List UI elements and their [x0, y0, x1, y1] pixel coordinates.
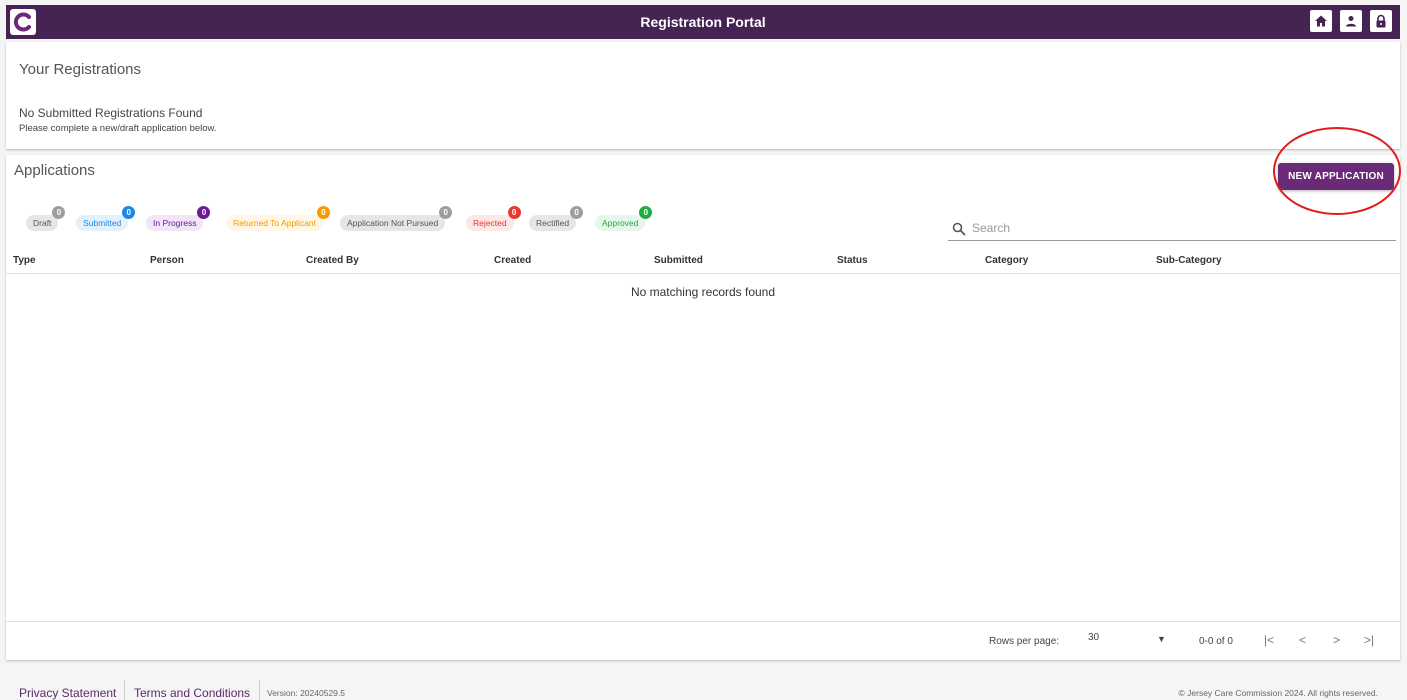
search-icon: [952, 222, 966, 241]
table-header: Type Person Created By Created Submitted…: [6, 250, 1400, 274]
table-pagination: Rows per page: 30 ▼ 0-0 of 0 |< < > >|: [6, 621, 1400, 660]
your-registrations-card: Your Registrations No Submitted Registra…: [6, 42, 1400, 149]
chip-label: Rejected: [473, 218, 507, 228]
chip-count-badge: 0: [639, 206, 653, 219]
column-header-sub-category[interactable]: Sub-Category: [1156, 255, 1222, 266]
applications-title: Applications: [14, 162, 95, 179]
column-header-person[interactable]: Person: [150, 255, 184, 266]
brand-logo[interactable]: [10, 9, 36, 35]
chip-submitted[interactable]: Submitted 0: [76, 206, 136, 231]
app-title: Registration Portal: [640, 14, 766, 30]
last-page-icon[interactable]: >|: [1364, 633, 1374, 647]
table-empty-message: No matching records found: [630, 285, 776, 299]
chip-count-badge: 0: [570, 206, 584, 219]
account-icon[interactable]: [1340, 10, 1362, 32]
registrations-title: Your Registrations: [19, 61, 142, 78]
chip-rectified[interactable]: Rectified 0: [529, 206, 584, 231]
chip-count-badge: 0: [317, 206, 331, 219]
logo-c-icon: [13, 12, 31, 32]
chip-label: Application Not Pursued: [347, 218, 439, 228]
chip-rejected[interactable]: Rejected 0: [466, 206, 521, 231]
chip-label: Draft: [33, 218, 52, 228]
chip-returned-to-applicant[interactable]: Returned To Applicant 0: [226, 206, 331, 231]
dropdown-arrow-icon[interactable]: ▼: [1157, 634, 1166, 644]
chip-draft[interactable]: Draft 0: [26, 206, 66, 231]
home-icon[interactable]: [1310, 10, 1332, 32]
new-application-button[interactable]: NEW APPLICATION: [1278, 163, 1394, 190]
page-footer: Privacy Statement Terms and Conditions V…: [0, 676, 1407, 700]
registrations-empty-hint: Please complete a new/draft application …: [19, 123, 217, 134]
chip-in-progress[interactable]: In Progress 0: [146, 206, 211, 231]
chip-label: In Progress: [153, 218, 197, 228]
lock-icon[interactable]: [1370, 10, 1392, 32]
pagination-range: 0-0 of 0: [1199, 636, 1233, 647]
chip-label: Approved: [602, 218, 639, 228]
footer-divider: [259, 680, 260, 700]
footer-divider: [124, 680, 125, 700]
chip-label: Returned To Applicant: [233, 218, 317, 228]
copyright-text: © Jersey Care Commission 2024. All right…: [1178, 688, 1378, 698]
search-field: [948, 219, 1396, 241]
registrations-empty-message: No Submitted Registrations Found: [19, 106, 203, 120]
column-header-status[interactable]: Status: [837, 255, 868, 266]
column-header-type[interactable]: Type: [13, 255, 36, 266]
chip-label: Submitted: [83, 218, 122, 228]
chip-label: Rectified: [536, 218, 570, 228]
rows-per-page-select[interactable]: 30: [1088, 632, 1099, 643]
chip-application-not-pursued[interactable]: Application Not Pursued 0: [340, 206, 453, 231]
search-input[interactable]: [972, 221, 1372, 235]
version-text: Version: 20240529.5: [267, 688, 345, 698]
column-header-created[interactable]: Created: [494, 255, 531, 266]
app-bar: Registration Portal: [6, 5, 1400, 39]
chip-count-badge: 0: [122, 206, 136, 219]
previous-page-icon[interactable]: <: [1299, 633, 1306, 647]
column-header-submitted[interactable]: Submitted: [654, 255, 703, 266]
chip-count-badge: 0: [197, 206, 211, 219]
chip-count-badge: 0: [52, 206, 66, 219]
first-page-icon[interactable]: |<: [1264, 633, 1274, 647]
column-header-created-by[interactable]: Created By: [306, 255, 359, 266]
chip-count-badge: 0: [439, 206, 453, 219]
column-header-category[interactable]: Category: [985, 255, 1028, 266]
privacy-statement-link[interactable]: Privacy Statement: [19, 686, 116, 700]
rows-per-page-label: Rows per page:: [989, 636, 1060, 647]
terms-and-conditions-link[interactable]: Terms and Conditions: [134, 686, 250, 700]
chip-count-badge: 0: [507, 206, 521, 219]
applications-card: Applications NEW APPLICATION Draft 0 Subm…: [6, 127, 1401, 660]
chip-approved[interactable]: Approved 0: [595, 206, 653, 231]
next-page-icon[interactable]: >: [1333, 633, 1340, 647]
